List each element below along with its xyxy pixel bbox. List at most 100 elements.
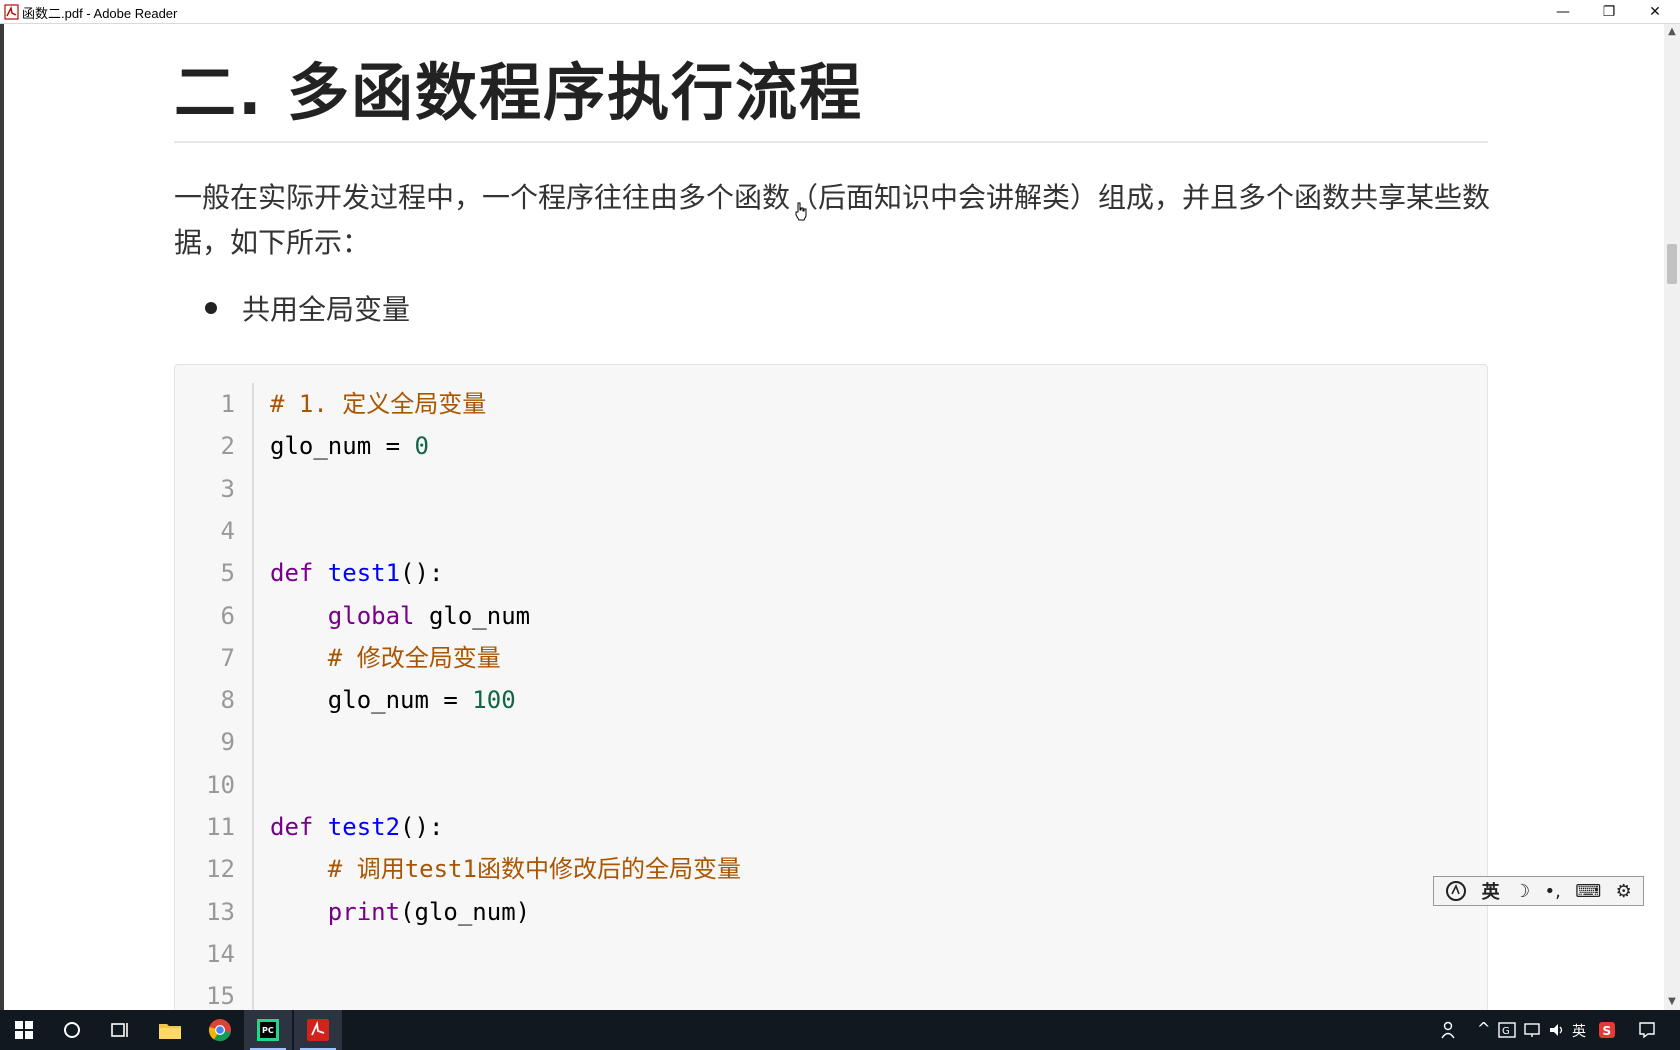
line-number: 8 (220, 686, 235, 715)
taskbar-adobe-reader[interactable] (294, 1010, 342, 1050)
code-token: # 1. 定义全局变量 (270, 390, 487, 418)
code-line: 2 glo_num = 0 (175, 425, 1475, 467)
line-number: 1 (220, 390, 235, 418)
sogou-icon[interactable]: S (1598, 1021, 1616, 1039)
bullet-dot (205, 302, 217, 314)
svg-text:G: G (1502, 1026, 1510, 1037)
page-title: 二. 多函数程序执行流程 (174, 56, 864, 129)
code-line: 14 (175, 933, 1475, 975)
code-line: 10 (175, 764, 1475, 806)
ime-keyboard-icon[interactable]: ⌨ (1575, 881, 1601, 902)
line-number: 7 (220, 643, 235, 672)
code-token: (glo_num) (400, 897, 531, 926)
taskbar-file-explorer[interactable] (146, 1010, 194, 1050)
code-token: # 调用test1函数中修改后的全局变量 (327, 855, 741, 884)
notifications-icon[interactable] (1638, 1021, 1656, 1039)
close-button[interactable]: ✕ (1632, 0, 1678, 24)
tray-app-icon[interactable]: G (1498, 1022, 1516, 1038)
code-token: 0 (414, 432, 429, 461)
code-token: global (327, 601, 415, 630)
search-button[interactable] (48, 1010, 96, 1050)
network-icon[interactable] (1524, 1022, 1542, 1038)
code-token: glo_num = (270, 686, 473, 715)
svg-text:PC: PC (262, 1026, 274, 1035)
ime-settings-icon[interactable]: ⚙ (1616, 881, 1632, 902)
ime-toolbar[interactable]: 英 ☽ •, ⌨ ⚙ (1433, 876, 1644, 906)
code-line: 3 (175, 468, 1475, 510)
windows-logo-icon (15, 1021, 33, 1039)
code-token: glo_num (414, 601, 531, 630)
line-number: 3 (220, 474, 235, 503)
code-token: def (270, 559, 328, 588)
code-token: test1 (327, 559, 401, 588)
code-token: # 修改全局变量 (327, 643, 501, 672)
code-text: glo_num = 100 (270, 679, 516, 721)
code-text: def test1(): (270, 552, 443, 594)
scroll-down-arrow-icon[interactable]: ▼ (1664, 994, 1680, 1010)
ime-punctuation-icon[interactable]: •, (1545, 881, 1561, 902)
people-icon[interactable] (1440, 1021, 1456, 1039)
code-text: # 1. 定义全局变量 (270, 383, 486, 425)
title-divider (174, 141, 1488, 143)
line-number: 6 (220, 601, 235, 630)
window-title: 函数二.pdf - Adobe Reader (22, 6, 178, 21)
volume-icon[interactable] (1548, 1022, 1566, 1038)
pycharm-icon: PC (257, 1019, 279, 1041)
minimize-button[interactable]: — (1540, 0, 1586, 24)
chrome-icon (208, 1019, 231, 1042)
code-block: 1 # 1. 定义全局变量 2 glo_num = 0 3 4 5 def test1(): 6… (174, 364, 1488, 1024)
taskbar-pycharm[interactable]: PC (244, 1010, 292, 1050)
window-left-border (0, 24, 4, 1010)
task-view-button[interactable] (96, 1010, 144, 1050)
ime-halfwidth-icon[interactable]: ☽ (1514, 881, 1530, 902)
adobe-acrobat-icon (307, 1019, 329, 1041)
taskbar: PC ^ G 英 S (0, 1010, 1680, 1050)
ime-language-toggle[interactable]: 英 (1482, 878, 1500, 904)
bullet-item: 共用全局变量 (242, 293, 411, 326)
code-line: 6 global glo_num (175, 595, 1475, 637)
start-button[interactable] (0, 1010, 48, 1050)
code-line: 12 # 调用test1函数中修改后的全局变量 (175, 848, 1475, 890)
code-line: 4 (175, 510, 1475, 552)
folder-icon (159, 1024, 181, 1039)
line-number: 9 (220, 728, 235, 757)
line-number: 12 (206, 855, 235, 884)
svg-text:S: S (1603, 1024, 1612, 1038)
scroll-up-arrow-icon[interactable]: ▲ (1664, 24, 1680, 40)
input-method-indicator[interactable]: 英 (1572, 1021, 1586, 1041)
line-number: 10 (206, 770, 235, 799)
code-text: def test2(): (270, 806, 443, 848)
intro-paragraph: 一般在实际开发过程中，一个程序往往由多个函数（后面知识中会讲解类）组成，并且多个… (174, 181, 1491, 259)
code-token: (): (400, 559, 444, 588)
code-token: print (327, 897, 401, 926)
code-line: 9 (175, 721, 1475, 763)
code-token: glo_num = (270, 432, 415, 461)
code-line: 8 glo_num = 100 (175, 679, 1475, 721)
code-line: 1 # 1. 定义全局变量 (175, 383, 1475, 425)
restore-button[interactable]: ❐ (1586, 0, 1632, 24)
adobe-reader-icon (4, 4, 19, 20)
hand-cursor-icon (795, 202, 807, 221)
code-line: 7 # 修改全局变量 (175, 637, 1475, 679)
code-text: global glo_num (270, 595, 530, 637)
show-hidden-icons-chevron-icon[interactable]: ^ (1477, 1019, 1490, 1038)
line-number: 2 (220, 432, 235, 461)
window-titlebar: 函数二.pdf - Adobe Reader — ❐ ✕ (0, 0, 1680, 24)
code-line: 11 def test2(): (175, 806, 1475, 848)
code-text: # 调用test1函数中修改后的全局变量 (270, 848, 741, 890)
ime-logo-icon[interactable] (1445, 880, 1467, 902)
task-view-icon (111, 1023, 128, 1037)
code-token: def (270, 813, 328, 841)
cortana-circle-icon (64, 1022, 80, 1038)
code-text: print(glo_num) (270, 891, 530, 933)
code-token: test2 (327, 813, 401, 841)
vertical-scrollbar[interactable]: ▲ ▼ (1664, 24, 1680, 1010)
scroll-thumb[interactable] (1667, 244, 1677, 284)
line-number: 13 (206, 897, 235, 926)
taskbar-chrome[interactable] (196, 1010, 244, 1050)
code-line: 5 def test1(): (175, 552, 1475, 594)
